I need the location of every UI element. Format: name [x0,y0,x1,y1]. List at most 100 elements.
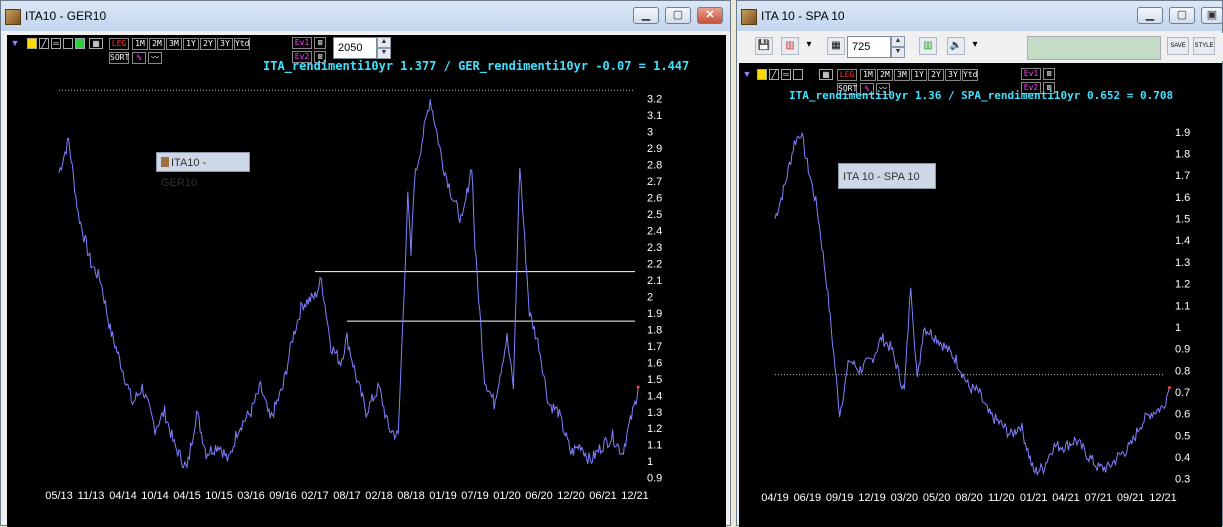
minimize-button[interactable]: ▁ [1137,7,1163,24]
line-tool-icon[interactable]: ╱ [39,38,49,49]
left-x-tick-label: 01/20 [493,490,521,502]
left-y-tick-label: 2.5 [647,209,662,221]
maximize-button[interactable]: ▢ [1169,7,1195,24]
status-field [1027,36,1161,60]
right-y-tick-label: 1.2 [1175,279,1190,291]
right-x-tick-label: 05/20 [923,492,951,504]
calculator-icon[interactable]: ▦ [827,37,845,55]
legend-icon [161,157,169,167]
save-disk-icon[interactable]: 💾 [755,37,773,55]
right-y-tick-label: 1.3 [1175,257,1190,269]
range-2m-button[interactable]: 2M [877,69,893,81]
legend-button[interactable]: LEG [837,69,857,81]
chart-type-icon[interactable]: ▥ [781,37,799,55]
range-1y-button[interactable]: 1Y [911,69,927,81]
right-legend-box[interactable]: ITA 10 - SPA 10 [838,163,936,189]
chart-type-dropdown-icon[interactable]: ▾ [803,37,815,55]
maximize-button[interactable]: ▢ [665,7,691,24]
right-y-tick-label: 0.6 [1175,409,1190,421]
left-x-tick-label: 07/19 [461,490,489,502]
right-window-title: ITA 10 - SPA 10 [761,9,845,23]
ev1-button[interactable]: Ev1 [1021,68,1041,80]
range-2y-button[interactable]: 2Y [928,69,944,81]
range-1m-button[interactable]: 1M [132,38,148,50]
right-plot-area: 0.3 0.4 0.5 0.6 0.7 0.8 0.9 1 1.1 1.2 1.3 1.4 1.5 1.6… [739,63,1222,527]
left-titlebar[interactable]: ITA10 - GER10 ▁ ▢ ✕ [1,1,730,31]
restore-button[interactable]: ▣ [1201,7,1223,24]
left-y-tick-label: 2.2 [647,258,662,270]
lookback-input[interactable]: 2050 [333,37,377,59]
percent-icon[interactable]: % [132,52,146,64]
range-ytd-button[interactable]: Ytd [962,69,978,81]
range-3y-button[interactable]: 3Y [217,38,233,50]
range-3y-button[interactable]: 3Y [945,69,961,81]
table-icon[interactable]: ▦ [89,38,103,49]
left-x-tick-label: 02/17 [301,490,329,502]
right-lookback-input[interactable]: 725 [847,36,891,58]
style-button[interactable]: STYLE [1193,37,1215,55]
right-y-tick-label: 1.8 [1175,149,1190,161]
left-formula-text: ITA_rendimenti10yr 1.377 / GER_rendiment… [263,59,690,73]
sort-button[interactable]: SORT [109,52,129,64]
range-1y-button[interactable]: 1Y [183,38,199,50]
range-3m-button[interactable]: 3M [894,69,910,81]
save-button[interactable]: SAVE [1167,37,1189,55]
right-x-tick-label: 04/21 [1052,492,1080,504]
box-tool-icon[interactable] [63,38,73,49]
pointer-tool-icon[interactable]: ▼ [741,68,753,80]
left-legend-box[interactable]: ITA10 - GER10 [156,152,250,189]
yellow-draw-icon[interactable] [27,38,37,49]
left-y-tick-label: 1.5 [647,374,662,386]
right-chart-window: ITA 10 - SPA 10 ▁ ▢ ▣ 💾 ▥ ▾ ▦ 725 ▲ ▼ ▥ … [736,0,1223,527]
table-icon[interactable]: ▦ [819,69,833,80]
ev1-button[interactable]: Ev1 [292,37,312,49]
minimize-button[interactable]: ▁ [633,7,659,24]
close-button[interactable]: ✕ [697,7,723,24]
lookback-spin-down[interactable]: ▼ [377,48,391,59]
left-x-tick-label: 05/13 [45,490,73,502]
legend-button[interactable]: LEG [109,38,129,50]
hline-tool-icon[interactable]: ═ [781,69,791,80]
right-titlebar[interactable]: ITA 10 - SPA 10 ▁ ▢ ▣ [737,1,1223,31]
right-spin-up[interactable]: ▲ [891,36,905,47]
left-last-point [636,385,640,389]
left-y-tick-label: 2.4 [647,225,662,237]
left-y-tick-label: 1.6 [647,357,662,369]
left-y-tick-label: 1.7 [647,341,662,353]
bars-icon[interactable]: ▥ [919,37,937,55]
zoom-icon[interactable]: 〰 [148,52,162,64]
left-y-tick-label: 1.2 [647,423,662,435]
left-y-tick-label: 3.1 [647,110,662,122]
left-x-tick-label: 10/14 [141,490,169,502]
right-x-tick-label: 12/21 [1149,492,1177,504]
ev1-check-icon[interactable]: ⊠ [314,37,326,49]
right-x-tick-label: 11/20 [988,492,1015,504]
right-y-tick-label: 1 [1175,322,1181,334]
right-spin-down[interactable]: ▼ [891,47,905,58]
range-3m-button[interactable]: 3M [166,38,182,50]
left-y-tick-label: 2.7 [647,176,662,188]
lookback-spin-up[interactable]: ▲ [377,37,391,48]
line-tool-icon[interactable]: ╱ [769,69,779,80]
app-icon [741,9,757,25]
range-ytd-button[interactable]: Ytd [234,38,250,50]
right-y-tick-label: 0.4 [1175,452,1190,464]
right-toolbar: 💾 ▥ ▾ ▦ 725 ▲ ▼ ▥ 🔈 ▾ SAVE STYLE [737,33,1223,61]
right-last-point [1167,386,1171,390]
speaker-dropdown-icon[interactable]: ▾ [969,37,981,55]
range-2m-button[interactable]: 2M [149,38,165,50]
yellow-draw-icon[interactable] [757,69,767,80]
range-2y-button[interactable]: 2Y [200,38,216,50]
left-y-tick-label: 1.4 [647,390,662,402]
ev1-check-icon[interactable]: ⊠ [1043,68,1055,80]
speaker-icon[interactable]: 🔈 [947,37,965,55]
right-y-tick-label: 0.9 [1175,344,1190,356]
range-1m-button[interactable]: 1M [860,69,876,81]
left-window-title: ITA10 - GER10 [25,9,107,23]
hline-tool-icon[interactable]: ═ [51,38,61,49]
left-x-tick-label: 12/21 [621,490,649,502]
box-tool-icon[interactable] [793,69,803,80]
pointer-tool-icon[interactable]: ▼ [9,37,21,49]
left-y-tick-label: 2.1 [647,275,662,287]
green-fill-icon[interactable] [75,38,85,49]
